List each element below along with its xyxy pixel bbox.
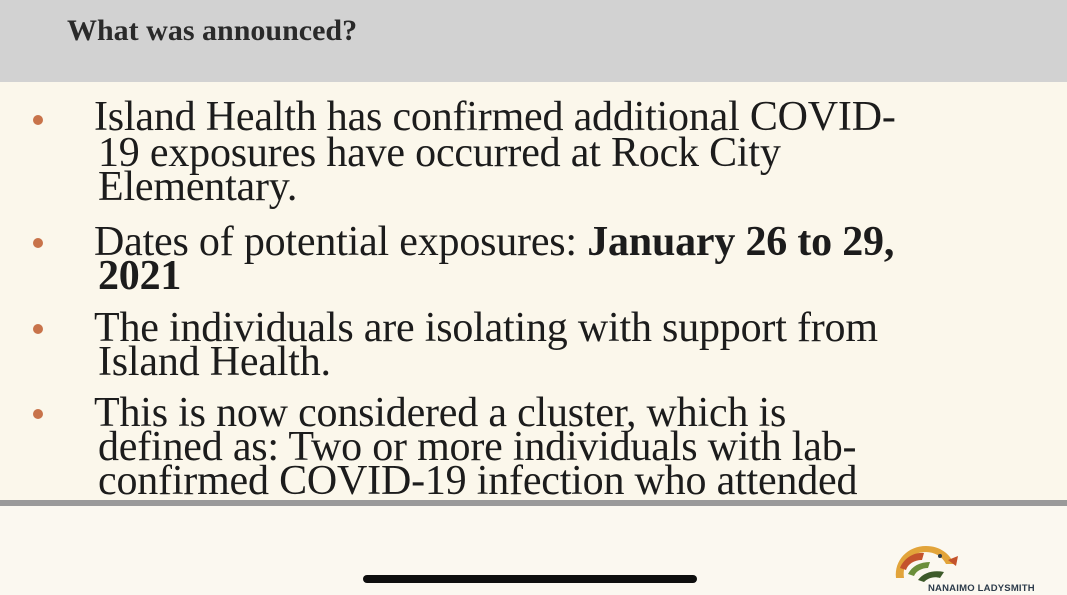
slide-title: What was announced? xyxy=(67,14,358,47)
bullet-text: The individuals are isolating with suppo… xyxy=(94,305,878,385)
bullet-dot-icon xyxy=(33,115,43,125)
slide-header: What was announced? xyxy=(0,0,1067,82)
bullet-dot-icon xyxy=(33,238,43,248)
logo-text: NANAIMO LADYSMITH xyxy=(928,583,1035,594)
dates-value: January 26 to 29, xyxy=(587,219,895,265)
bullet-text: Dates of potential exposures: January 26… xyxy=(94,221,1039,297)
slide-body: Island Health has confirmed additional C… xyxy=(0,82,1067,500)
home-indicator[interactable] xyxy=(363,575,697,583)
bullet-text: Island Health has confirmed additional C… xyxy=(94,94,896,210)
bullet-dot-icon xyxy=(33,324,43,334)
bullet-text: This is now considered a cluster, which … xyxy=(94,390,858,500)
salmon-logo-icon xyxy=(895,546,958,582)
bullet-dot-icon xyxy=(33,409,43,419)
